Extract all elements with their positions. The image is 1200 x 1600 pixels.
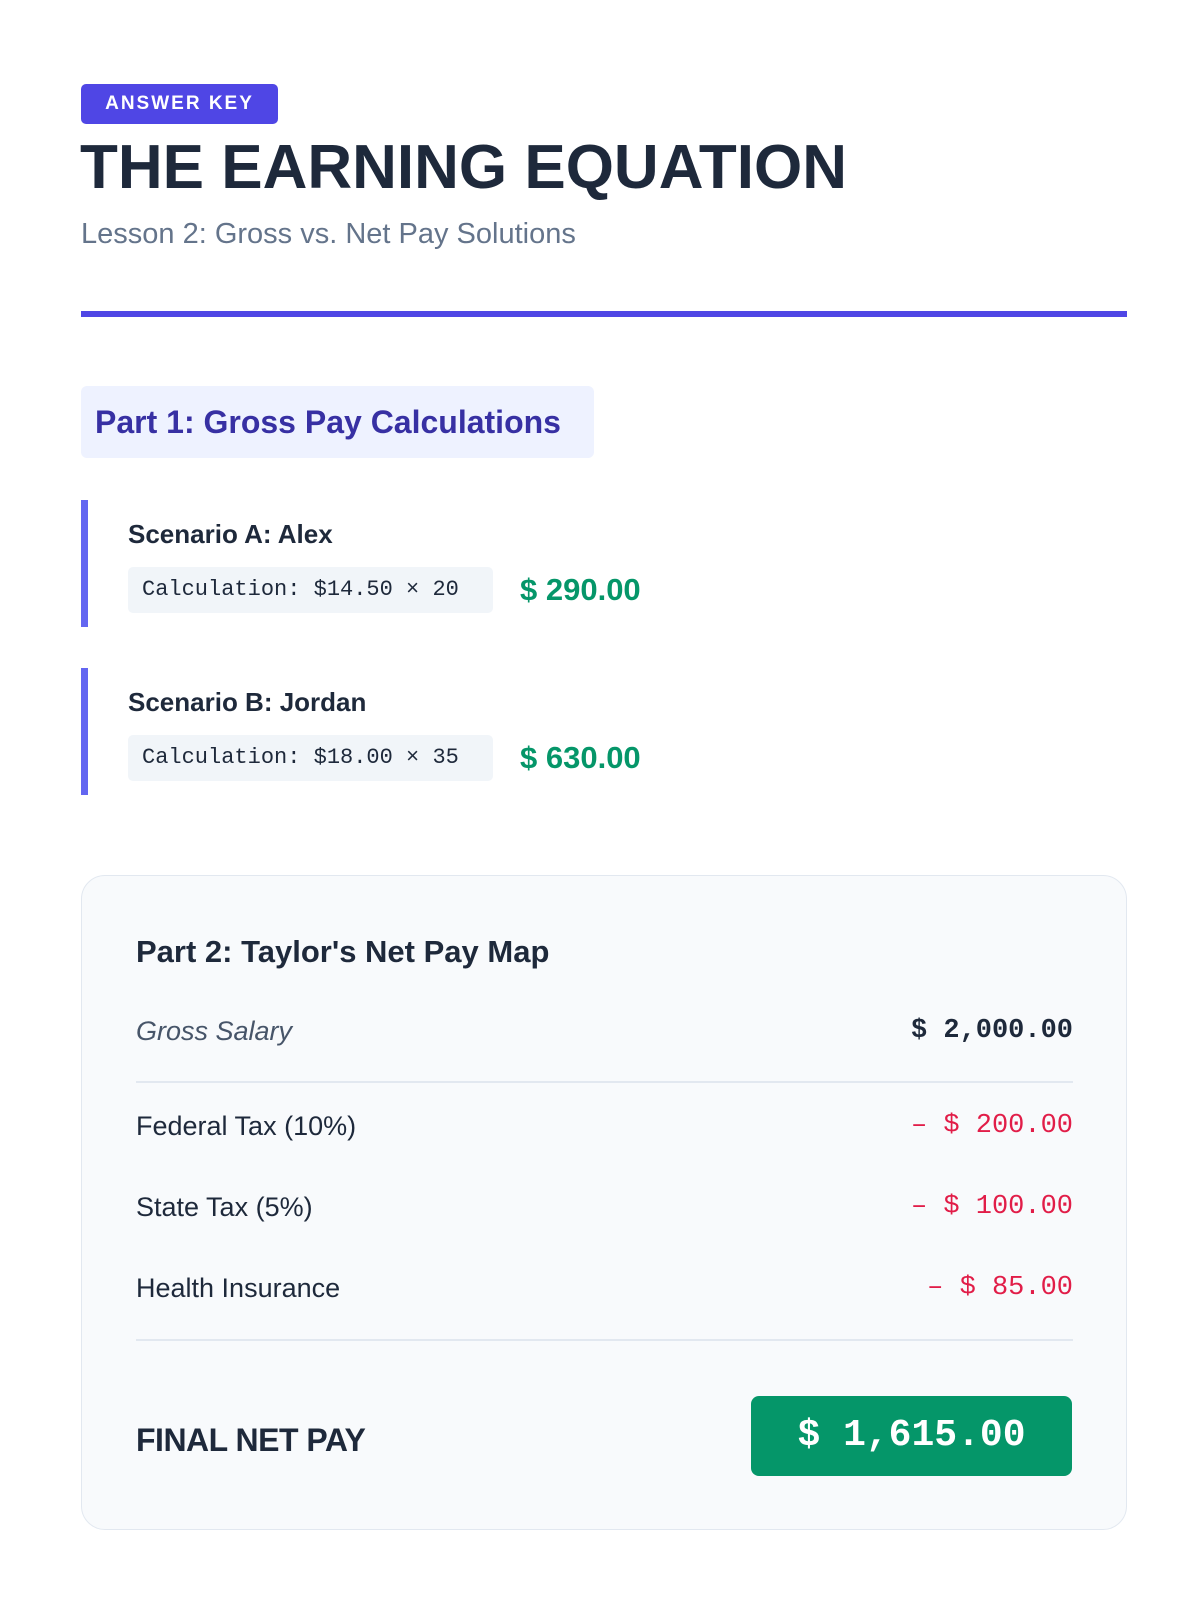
row-divider	[136, 1081, 1073, 1083]
page-subtitle: Lesson 2: Gross vs. Net Pay Solutions	[81, 218, 576, 250]
page-title: THE EARNING EQUATION	[80, 133, 847, 202]
scenario-name: Scenario A: Alex	[128, 519, 333, 549]
gross-salary-value: $ 2,000.00	[910, 1016, 1073, 1046]
deduction-label: State Tax (5%)	[136, 1192, 313, 1222]
part1-heading: Part 1: Gross Pay Calculations	[81, 386, 594, 458]
deduction-label: Federal Tax (10%)	[136, 1111, 357, 1141]
final-net-pay-value: $ 1,615.00	[751, 1396, 1072, 1476]
deduction-value: – $ 85.00	[927, 1273, 1073, 1303]
scenario-b-block: Scenario B: Jordan Calculation: $18.00 ×…	[81, 668, 781, 795]
gross-salary-label: Gross Salary	[136, 1016, 293, 1046]
part2-heading: Part 2: Taylor's Net Pay Map	[136, 934, 550, 969]
calculation-formula: Calculation: $14.50 × 20	[128, 567, 493, 613]
calculation-result: $ 290.00	[520, 572, 641, 607]
header-divider	[81, 311, 1127, 317]
final-net-pay-label: FINAL NET PAY	[136, 1422, 366, 1458]
deduction-row-federal-tax: Federal Tax (10%) – $ 200.00	[136, 1106, 1073, 1146]
answer-key-page: ANSWER KEY THE EARNING EQUATION Lesson 2…	[0, 0, 1200, 1600]
row-divider	[136, 1339, 1073, 1341]
deduction-value: – $ 100.00	[910, 1192, 1073, 1222]
gross-salary-row: Gross Salary $ 2,000.00	[136, 1011, 1073, 1051]
scenario-name: Scenario B: Jordan	[128, 687, 367, 717]
net-pay-map-card: Part 2: Taylor's Net Pay Map Gross Salar…	[81, 875, 1127, 1530]
deduction-label: Health Insurance	[136, 1273, 341, 1303]
answer-key-badge: ANSWER KEY	[81, 84, 278, 124]
deduction-value: – $ 200.00	[910, 1111, 1073, 1141]
scenario-a-block: Scenario A: Alex Calculation: $14.50 × 2…	[81, 500, 781, 627]
calculation-formula: Calculation: $18.00 × 35	[128, 735, 493, 781]
deduction-row-health-insurance: Health Insurance – $ 85.00	[136, 1268, 1073, 1308]
calculation-result: $ 630.00	[520, 740, 641, 775]
deduction-row-state-tax: State Tax (5%) – $ 100.00	[136, 1187, 1073, 1227]
